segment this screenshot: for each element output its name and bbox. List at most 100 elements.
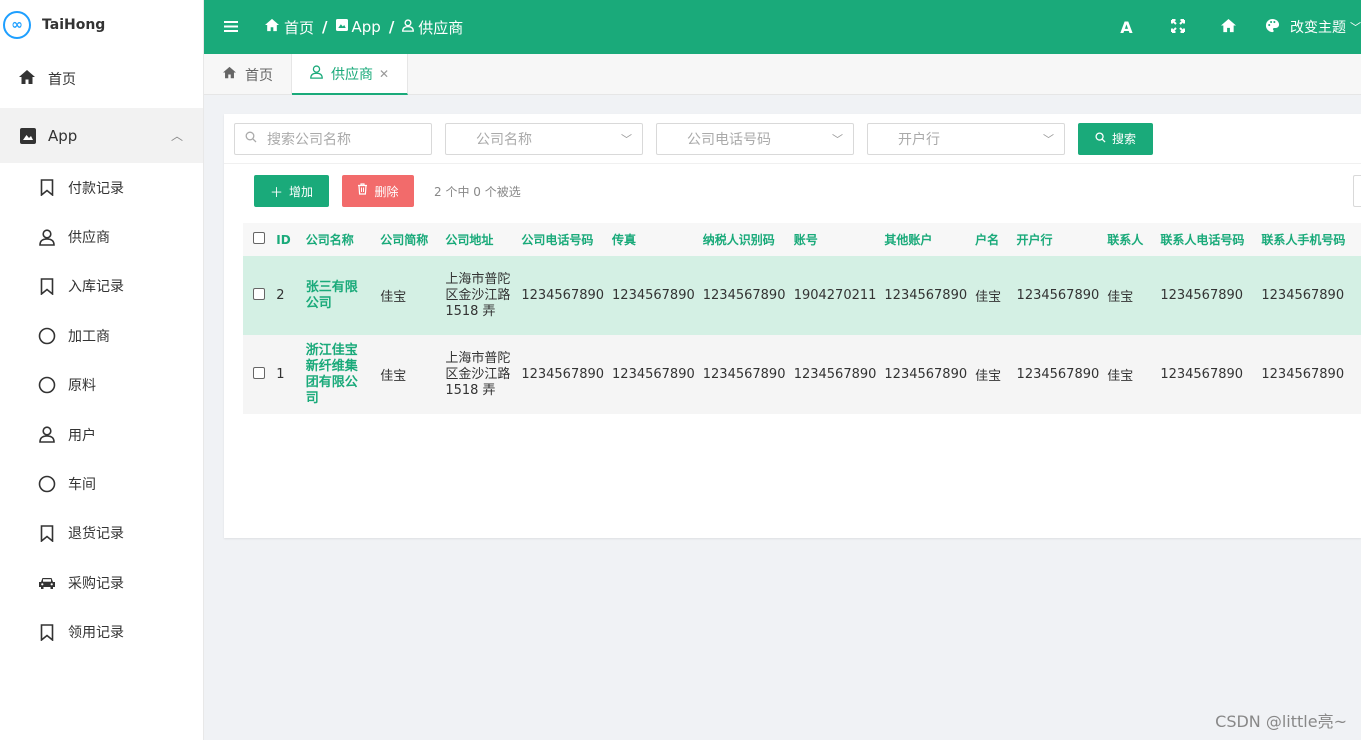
sidebar-item-materials[interactable]: 原料 bbox=[0, 361, 203, 410]
logo[interactable]: ∞ TaiHong bbox=[0, 0, 203, 50]
add-button-label: 增加 bbox=[289, 184, 314, 199]
theme-label: 改变主题 bbox=[1290, 20, 1346, 36]
delete-button[interactable]: 删除 bbox=[342, 175, 414, 207]
breadcrumb-home[interactable]: 首页 bbox=[284, 17, 314, 38]
company-name-link[interactable]: 张三有限公司 bbox=[306, 280, 370, 312]
sidebar-item-label: 加工商 bbox=[68, 328, 110, 345]
sidebar-item-suppliers[interactable]: 供应商 bbox=[0, 212, 203, 261]
cell-account: 1904270211 bbox=[793, 288, 877, 303]
row-checkbox[interactable] bbox=[253, 287, 265, 300]
chevron-down-icon: ﹀ bbox=[1043, 132, 1054, 146]
tab-home[interactable]: 首页 bbox=[204, 54, 292, 95]
sidebar-item-home[interactable]: 首页 bbox=[0, 50, 203, 108]
bookmark-icon bbox=[37, 525, 57, 542]
sidebar-item-purchases[interactable]: 采购记录 bbox=[0, 558, 203, 607]
select-all-checkbox-cell bbox=[243, 223, 272, 256]
chevron-down-icon: ﹀ bbox=[832, 132, 843, 146]
sidebar-group-label: App bbox=[48, 126, 78, 145]
sidebar-item-returns[interactable]: 退货记录 bbox=[0, 509, 203, 558]
add-button[interactable]: ＋ 增加 bbox=[254, 175, 329, 207]
cell-id: 1 bbox=[276, 367, 285, 382]
search-input[interactable]: 搜索公司名称 bbox=[234, 122, 432, 155]
theme-switcher[interactable]: 改变主题 ﹀ bbox=[1265, 17, 1361, 37]
column-header[interactable]: 联系人 bbox=[1103, 223, 1156, 256]
column-header[interactable]: 其他账户 bbox=[880, 223, 971, 256]
column-header[interactable]: 纳税人识别码 bbox=[699, 223, 790, 256]
sidebar-group-app[interactable]: App ︿ bbox=[0, 108, 203, 163]
sidebar-item-stock-in[interactable]: 入库记录 bbox=[0, 262, 203, 311]
top-header: 首页 / App / 供应商 A 改变主题 ﹀ bbox=[204, 0, 1361, 54]
sidebar-item-users[interactable]: 用户 bbox=[0, 410, 203, 459]
company-name-select[interactable]: 公司名称 ﹀ bbox=[445, 122, 643, 155]
bookmark-icon bbox=[37, 623, 57, 641]
selection-info: 2 个中 0 个被选 bbox=[434, 184, 521, 199]
select-all-checkbox[interactable] bbox=[253, 232, 265, 244]
column-header[interactable]: 公司电话号码 bbox=[517, 223, 608, 256]
column-header[interactable]: 账号 bbox=[790, 223, 881, 256]
sidebar-item-processors[interactable]: 加工商 bbox=[0, 311, 203, 360]
row-checkbox-cell bbox=[243, 335, 272, 414]
car-icon bbox=[37, 576, 57, 590]
sidebar-item-workshop[interactable]: 车间 bbox=[0, 459, 203, 508]
cell-contact-mobile: 1234567890 bbox=[1261, 367, 1345, 382]
column-header[interactable]: 公司地址 bbox=[441, 223, 517, 256]
delete-button-label: 删除 bbox=[374, 184, 399, 199]
cell-company-name[interactable]: 张三有限公司 bbox=[302, 256, 376, 335]
cell-account: 1234567890 bbox=[793, 367, 877, 382]
breadcrumb-app[interactable]: App bbox=[352, 18, 381, 36]
home-icon bbox=[18, 69, 38, 89]
column-header[interactable]: 开户行 bbox=[1013, 223, 1104, 256]
column-header[interactable]: 联系人手机号码 bbox=[1257, 223, 1361, 256]
cell-address: 上海市普陀区金沙江路 1518 弄 bbox=[441, 256, 517, 335]
sidebar-item-payments[interactable]: 付款记录 bbox=[0, 163, 203, 212]
column-header[interactable]: 公司名称 bbox=[302, 223, 376, 256]
action-bar: ＋ 增加 删除 2 个中 0 个被选 bbox=[224, 164, 1361, 218]
column-header[interactable]: ID bbox=[272, 223, 301, 256]
column-toggle-button[interactable] bbox=[1353, 175, 1361, 207]
cell-short-name: 佳宝 bbox=[380, 369, 407, 384]
sidebar-item-label: 退货记录 bbox=[68, 526, 124, 543]
address-text: 上海市普陀区金沙江路 1518 弄 bbox=[445, 350, 511, 398]
user-icon bbox=[402, 18, 415, 36]
font-size-button[interactable]: A bbox=[1101, 18, 1152, 37]
cell-fax: 1234567890 bbox=[612, 288, 695, 303]
breadcrumb-separator: / bbox=[388, 18, 395, 36]
cell-company-name[interactable]: 浙江佳宝新纤维集团有限公司 bbox=[302, 335, 376, 414]
fullscreen-icon[interactable] bbox=[1152, 18, 1203, 37]
table-row[interactable]: 2 张三有限公司 佳宝 上海市普陀区金沙江路 1518 弄 1234567890… bbox=[243, 256, 1361, 335]
column-header[interactable]: 户名 bbox=[971, 223, 1012, 256]
search-icon bbox=[1095, 131, 1106, 146]
search-button[interactable]: 搜索 bbox=[1078, 122, 1153, 155]
cell-bank: 1234567890 bbox=[1016, 367, 1100, 382]
cell-phone: 1234567890 bbox=[521, 288, 605, 303]
bookmark-icon bbox=[37, 179, 57, 197]
row-checkbox[interactable] bbox=[253, 366, 265, 379]
column-header[interactable]: 公司简称 bbox=[376, 223, 441, 256]
chevron-up-icon[interactable]: ︿ bbox=[171, 127, 183, 144]
cell-contact-phone: 1234567890 bbox=[1160, 367, 1244, 382]
suppliers-table: ID 公司名称 公司简称 公司地址 公司电话号码 传真 纳税人识别码 账号 其他… bbox=[243, 223, 1361, 414]
menu-toggle-icon[interactable] bbox=[224, 17, 240, 38]
sidebar-item-label: 领用记录 bbox=[68, 625, 124, 642]
palette-icon bbox=[1265, 18, 1280, 37]
cell-tax-id: 1234567890 bbox=[702, 367, 786, 382]
company-phone-select[interactable]: 公司电话号码 ﹀ bbox=[656, 122, 854, 155]
home-icon bbox=[222, 66, 237, 83]
address-text: 上海市普陀区金沙江路 1518 弄 bbox=[445, 271, 511, 319]
search-button-label: 搜索 bbox=[1111, 132, 1136, 146]
breadcrumb: 首页 / App / 供应商 bbox=[264, 17, 463, 38]
header-toolbar: A 改变主题 ﹀ bbox=[1101, 17, 1361, 37]
table-row[interactable]: 1 浙江佳宝新纤维集团有限公司 佳宝 上海市普陀区金沙江路 1518 弄 123… bbox=[243, 335, 1361, 414]
circle-icon bbox=[37, 327, 57, 345]
tab-suppliers[interactable]: 供应商 ✕ bbox=[292, 54, 409, 95]
close-icon[interactable]: ✕ bbox=[379, 67, 389, 81]
company-name-link[interactable]: 浙江佳宝新纤维集团有限公司 bbox=[306, 343, 370, 407]
column-header[interactable]: 联系人电话号码 bbox=[1156, 223, 1257, 256]
chevron-down-icon: ﹀ bbox=[1350, 21, 1361, 34]
sidebar-item-requisitions[interactable]: 领用记录 bbox=[0, 608, 203, 657]
home-icon[interactable] bbox=[1203, 18, 1254, 37]
column-header[interactable]: 传真 bbox=[608, 223, 699, 256]
cell-short-name: 佳宝 bbox=[380, 290, 407, 305]
cell-bank: 1234567890 bbox=[1016, 288, 1100, 303]
bank-select[interactable]: 开户行 ﹀ bbox=[867, 122, 1065, 155]
